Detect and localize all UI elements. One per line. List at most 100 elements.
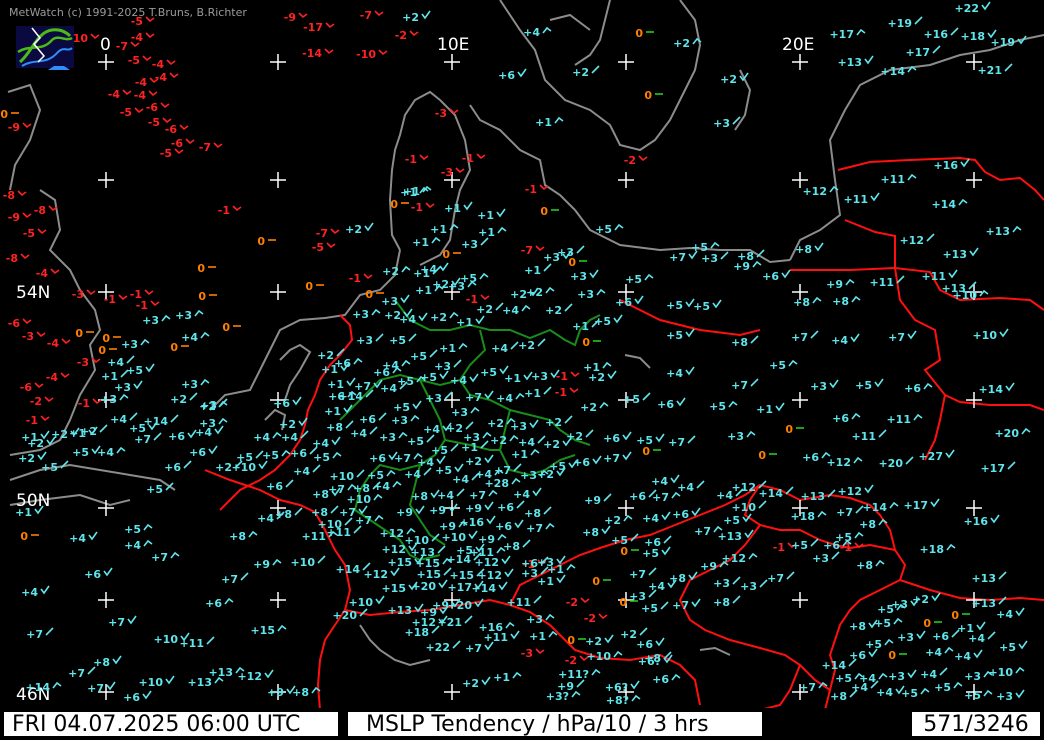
station-tendency: +5	[410, 349, 438, 363]
tendency-value: +6	[369, 452, 386, 465]
tendency-glyph	[932, 45, 941, 54]
station-tendency: +7	[652, 491, 681, 504]
tendency-value: -1	[405, 153, 417, 166]
tendency-glyph	[687, 435, 696, 444]
tendency-glyph	[479, 272, 489, 280]
tendency-glyph	[817, 510, 827, 518]
tendency-value: +5	[769, 359, 786, 372]
station-tendency: -6	[171, 137, 195, 150]
station-tendency: +6	[123, 690, 152, 704]
tendency-value: +5	[693, 300, 710, 313]
station-tendency: +2	[465, 454, 494, 468]
tendency-glyph	[378, 49, 388, 56]
tendency-glyph	[851, 295, 861, 303]
tendency-glyph	[958, 198, 968, 206]
tendency-glyph	[856, 28, 866, 36]
tendency-value: -1	[26, 414, 38, 427]
station-tendency: +5	[693, 299, 722, 313]
tendency-value: +10	[731, 501, 756, 514]
tendency-value: +4	[195, 426, 212, 439]
station-tendency: +1	[537, 574, 566, 588]
tendency-value: -6	[171, 137, 184, 150]
tendency-value: +12	[731, 481, 756, 494]
tendency-value: +8	[582, 526, 599, 539]
tendency-value: -5	[312, 241, 324, 254]
station-tendency: +3	[713, 576, 741, 590]
tendency-value: +9	[733, 260, 750, 273]
tendency-value: +14	[880, 65, 905, 78]
station-tendency: +15	[250, 624, 287, 637]
station-tendency: +7	[888, 330, 917, 344]
station-tendency: +5	[393, 400, 422, 414]
tendency-value: +2	[720, 73, 737, 86]
tendency-glyph	[614, 223, 624, 231]
tendency-glyph	[480, 237, 489, 246]
tendency-glyph	[36, 331, 46, 338]
tendency-value: +3	[520, 469, 537, 482]
tendency-glyph	[116, 446, 126, 454]
tendency-value: 0	[567, 634, 575, 647]
tendency-value: +6	[123, 691, 140, 704]
tendency-glyph	[920, 687, 930, 695]
station-tendency: +4	[968, 631, 996, 645]
tendency-glyph	[179, 124, 189, 131]
station-tendency: +2	[526, 286, 555, 299]
tendency-value: +7	[394, 452, 411, 465]
tendency-value: +10	[952, 289, 977, 302]
tendency-glyph	[878, 672, 888, 680]
tendency-glyph	[353, 357, 363, 365]
station-tendency: +22	[425, 640, 461, 654]
station-tendency: +6	[164, 460, 192, 474]
tendency-glyph	[948, 269, 958, 279]
tendency-glyph	[1015, 666, 1025, 674]
tendency-glyph	[781, 269, 791, 279]
station-tendency: +4	[124, 539, 153, 552]
tendency-glyph	[133, 380, 143, 390]
tendency-glyph	[533, 595, 542, 604]
station-tendency: +1	[477, 208, 506, 222]
station-tendency: +3	[740, 579, 768, 593]
station-tendency: +8	[793, 296, 822, 309]
tendency-glyph	[758, 500, 767, 509]
tendency-value: +11	[326, 526, 351, 539]
station-tendency: -14	[302, 47, 334, 60]
tendency-value: +6	[497, 501, 514, 514]
tendency-value: +12	[474, 556, 499, 569]
station-tendency: +2	[588, 370, 617, 384]
tendency-glyph	[501, 555, 511, 565]
tendency-value: -5	[23, 227, 35, 240]
tendency-glyph	[973, 649, 983, 659]
tendency-glyph	[469, 373, 479, 383]
tendency-value: +15	[250, 624, 275, 637]
tendency-value: +12	[899, 234, 924, 247]
station-tendency: +4	[666, 366, 695, 380]
tendency-value: -1	[349, 272, 361, 285]
tendency-glyph	[480, 440, 489, 449]
tendency-value: +14	[335, 563, 360, 576]
tendency-value: +2	[490, 434, 507, 447]
station-tendency: +4	[181, 331, 210, 344]
tendency-glyph	[831, 551, 840, 560]
station-tendency: +8	[859, 518, 888, 531]
station-tendency: +1	[511, 448, 540, 461]
tendency-value: +10	[329, 470, 354, 483]
station-tendency: +2	[518, 338, 546, 352]
tendency-glyph	[418, 312, 428, 322]
station-tendency: +6	[652, 673, 681, 686]
station-tendency: +2	[430, 311, 459, 324]
station-tendency: -17	[303, 21, 335, 34]
tendency-glyph	[907, 173, 917, 181]
tendency-value: +20	[411, 580, 436, 593]
tendency-value: -2	[566, 596, 578, 609]
tendency-value: +8	[793, 296, 810, 309]
tendency-value: +3	[713, 577, 730, 590]
station-tendency: -2	[565, 654, 589, 667]
tendency-value: 0	[257, 235, 265, 248]
tendency-value: +3	[810, 380, 827, 393]
tendency-glyph	[505, 621, 515, 629]
tendency-value: +11	[506, 596, 531, 609]
tendency-value: +5	[126, 364, 143, 377]
tendency-glyph	[939, 667, 948, 676]
station-tendency: -1	[136, 299, 160, 312]
station-tendency: +10	[731, 500, 767, 514]
